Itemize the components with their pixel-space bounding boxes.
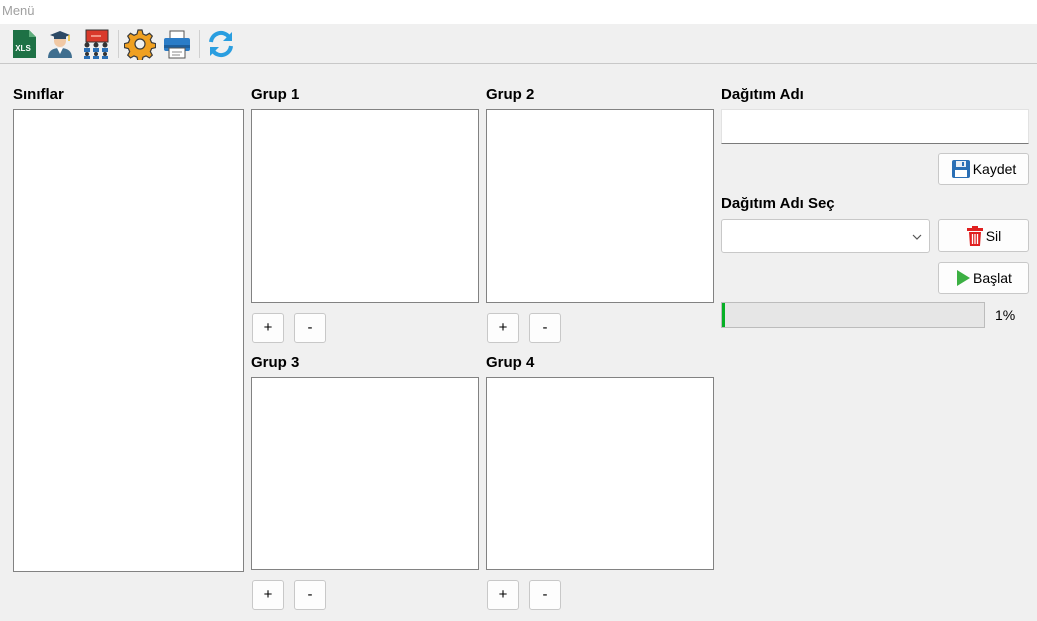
grup1-label: Grup 1 (251, 86, 300, 103)
baslat-button[interactable]: Başlat (938, 262, 1029, 294)
dagitim-sec-select[interactable] (721, 219, 930, 253)
kaydet-button[interactable]: Kaydet (938, 153, 1029, 185)
grup3-listbox[interactable] (251, 377, 479, 570)
trash-icon (966, 225, 984, 246)
grup4-remove-button[interactable]: - (529, 580, 561, 610)
menu-item[interactable]: Menü (2, 3, 35, 18)
baslat-label: Başlat (973, 270, 1012, 286)
toolbar: XLS (0, 24, 1037, 64)
grup2-remove-button[interactable]: - (529, 313, 561, 343)
svg-text:XLS: XLS (15, 44, 31, 53)
siniflar-label: Sınıflar (13, 86, 64, 103)
grup4-listbox[interactable] (486, 377, 714, 570)
grup2-label: Grup 2 (486, 86, 535, 103)
refresh-icon[interactable] (205, 28, 237, 60)
menu-bar: Menü (0, 0, 1037, 24)
save-icon (951, 159, 971, 179)
dagitim-adi-input[interactable] (721, 109, 1029, 144)
grup1-listbox[interactable] (251, 109, 479, 303)
progress-percent: 1% (995, 307, 1016, 323)
sil-button[interactable]: Sil (938, 219, 1029, 252)
grup4-add-button[interactable]: + (487, 580, 519, 610)
play-icon (955, 269, 971, 287)
kaydet-label: Kaydet (972, 161, 1017, 177)
grup4-label: Grup 4 (486, 354, 535, 371)
grup3-label: Grup 3 (251, 354, 300, 371)
settings-icon[interactable] (123, 28, 157, 62)
grup3-remove-button[interactable]: - (294, 580, 326, 610)
excel-icon[interactable]: XLS (8, 28, 40, 60)
print-icon[interactable] (161, 28, 193, 60)
dagitim-sec-label: Dağıtım Adı Seç (721, 195, 835, 212)
dagitim-adi-label: Dağıtım Adı (721, 86, 804, 103)
toolbar-separator (199, 30, 200, 58)
progress-fill (722, 303, 725, 327)
grup1-remove-button[interactable]: - (294, 313, 326, 343)
chevron-down-icon (911, 230, 923, 246)
grup2-add-button[interactable]: + (487, 313, 519, 343)
sil-label: Sil (985, 227, 1002, 244)
siniflar-listbox[interactable] (13, 109, 244, 572)
grup3-add-button[interactable]: + (252, 580, 284, 610)
classroom-icon[interactable] (80, 28, 112, 60)
progress-bar (721, 302, 985, 328)
grup1-add-button[interactable]: + (252, 313, 284, 343)
toolbar-separator (118, 30, 119, 58)
grup2-listbox[interactable] (486, 109, 714, 303)
teacher-icon[interactable] (44, 28, 76, 60)
